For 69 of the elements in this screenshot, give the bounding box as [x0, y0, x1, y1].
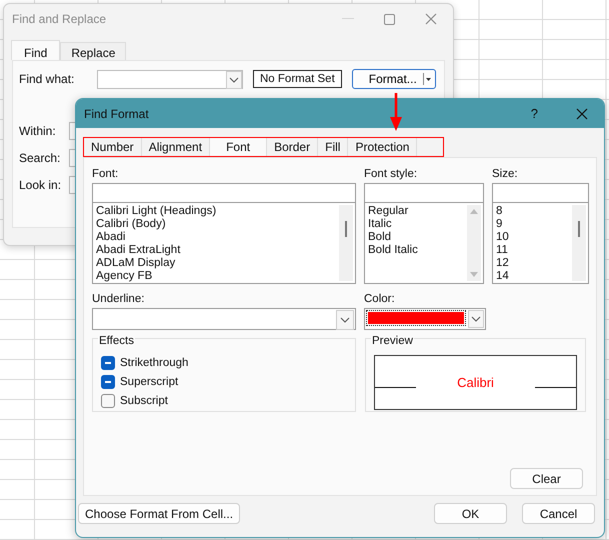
- cancel-button[interactable]: Cancel: [522, 503, 595, 524]
- field-label: Color:: [364, 293, 396, 307]
- field-label: Within:: [19, 124, 57, 138]
- list-item[interactable]: ADLaM Display: [96, 257, 336, 270]
- list-item[interactable]: 8: [496, 205, 569, 218]
- list-item[interactable]: Bold: [368, 231, 464, 244]
- checkbox[interactable]: [101, 356, 115, 370]
- format-button[interactable]: Format...: [352, 69, 436, 89]
- font-field[interactable]: [92, 183, 356, 203]
- dropdown-icon[interactable]: [468, 310, 484, 328]
- checkbox[interactable]: [101, 394, 115, 408]
- underline-dropdown[interactable]: [92, 308, 356, 330]
- list-item[interactable]: Regular: [368, 205, 464, 218]
- tab[interactable]: Protection: [348, 138, 418, 156]
- close-icon[interactable]: [425, 13, 437, 25]
- field-label: Underline:: [92, 293, 146, 307]
- tab[interactable]: Border: [267, 138, 318, 156]
- list-item[interactable]: 11: [496, 244, 569, 257]
- ok-button[interactable]: OK: [434, 503, 507, 524]
- checkbox-label[interactable]: Superscript: [120, 376, 178, 388]
- list-item[interactable]: Calibri Light (Headings): [96, 205, 336, 218]
- group-title: Preview: [371, 335, 414, 347]
- maximize-icon[interactable]: [384, 14, 395, 24]
- size-field[interactable]: [492, 183, 589, 203]
- field-label: Look in:: [19, 178, 62, 192]
- tab[interactable]: Number: [84, 138, 142, 156]
- field-label: Size:: [492, 168, 519, 182]
- field-label: Font style:: [364, 168, 418, 182]
- list-item[interactable]: Italic: [368, 218, 464, 231]
- checkbox-label[interactable]: Strikethrough: [120, 357, 188, 369]
- dropdown-icon[interactable]: [336, 310, 354, 330]
- scrollbar[interactable]: [339, 205, 353, 281]
- checkbox-label[interactable]: Subscript: [120, 395, 168, 407]
- size-list[interactable]: 8 9 10 11 12 14: [492, 203, 589, 284]
- list-item[interactable]: Abadi ExtraLight: [96, 244, 336, 257]
- tab[interactable]: Replace: [60, 42, 126, 60]
- dialog-title: Find Format: [84, 106, 150, 120]
- find-what-field[interactable]: [97, 70, 243, 88]
- close-icon[interactable]: [576, 108, 588, 120]
- tab[interactable]: Fill: [318, 138, 348, 156]
- dropdown-icon[interactable]: [226, 70, 242, 88]
- color-dropdown[interactable]: [364, 308, 486, 330]
- group-title: Effects: [98, 335, 135, 347]
- field-label: Find what:: [19, 72, 76, 86]
- tab[interactable]: Find: [11, 40, 60, 60]
- field-label: Font:: [92, 168, 120, 182]
- list-item[interactable]: Abadi: [96, 231, 336, 244]
- font-style-field[interactable]: [364, 183, 484, 203]
- list-item[interactable]: 9: [496, 218, 569, 231]
- window-title: Find and Replace: [12, 12, 108, 26]
- annotation-arrow: [390, 93, 402, 131]
- choose-format-button[interactable]: Choose Format From Cell...: [78, 503, 240, 524]
- tab[interactable]: Font: [210, 138, 268, 156]
- list-item[interactable]: Agency FB: [96, 270, 336, 283]
- list-item[interactable]: Bold Italic: [368, 244, 464, 257]
- scrollbar[interactable]: [572, 205, 586, 281]
- checkbox[interactable]: [101, 375, 115, 389]
- list-item[interactable]: Calibri (Body): [96, 218, 336, 231]
- list-item[interactable]: 12: [496, 257, 569, 270]
- font-style-list[interactable]: Regular Italic Bold Bold Italic: [364, 203, 484, 284]
- list-item[interactable]: 14: [496, 270, 569, 283]
- caret-icon[interactable]: [422, 73, 433, 85]
- help-button[interactable]: ?: [530, 106, 538, 121]
- format-status: No Format Set: [253, 70, 342, 88]
- preview-text: Calibri: [457, 375, 494, 390]
- clear-button[interactable]: Clear: [510, 468, 583, 489]
- list-item[interactable]: 10: [496, 231, 569, 244]
- field-label: Search:: [19, 151, 62, 165]
- font-list[interactable]: Calibri Light (Headings) Calibri (Body) Abadi Abadi ExtraLight ADLaM Display Agency FB: [92, 203, 356, 284]
